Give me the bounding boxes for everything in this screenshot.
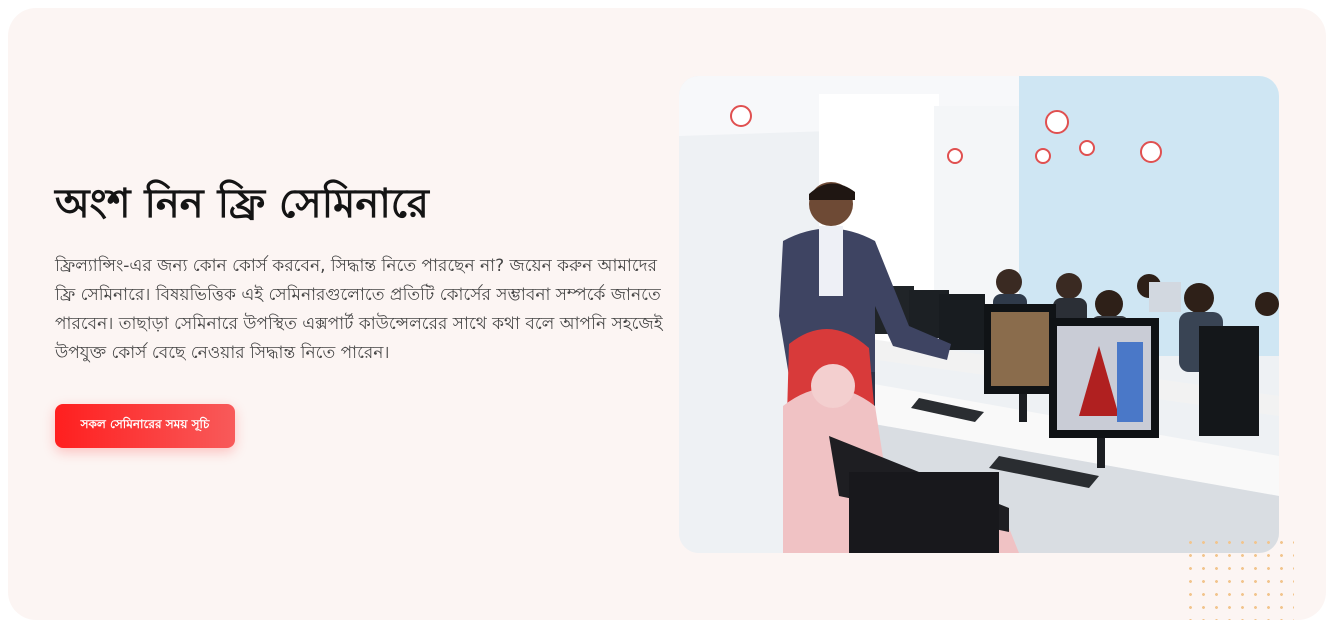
seminar-headline: অংশ নিন ফ্রি সেমিনারে — [55, 181, 429, 227]
seminar-description: ফ্রিল্যান্সিং-এর জন্য কোন কোর্স করবেন, স… — [55, 256, 663, 363]
seminar-section: অংশ নিন ফ্রি সেমিনারে ফ্রিল্যান্সিং-এর জ… — [8, 8, 1326, 620]
dot-pattern-decoration — [1184, 536, 1294, 620]
all-seminar-schedule-button[interactable]: সকল সেমিনারের সময় সূচি — [55, 404, 235, 448]
seminar-photo — [679, 76, 1279, 553]
